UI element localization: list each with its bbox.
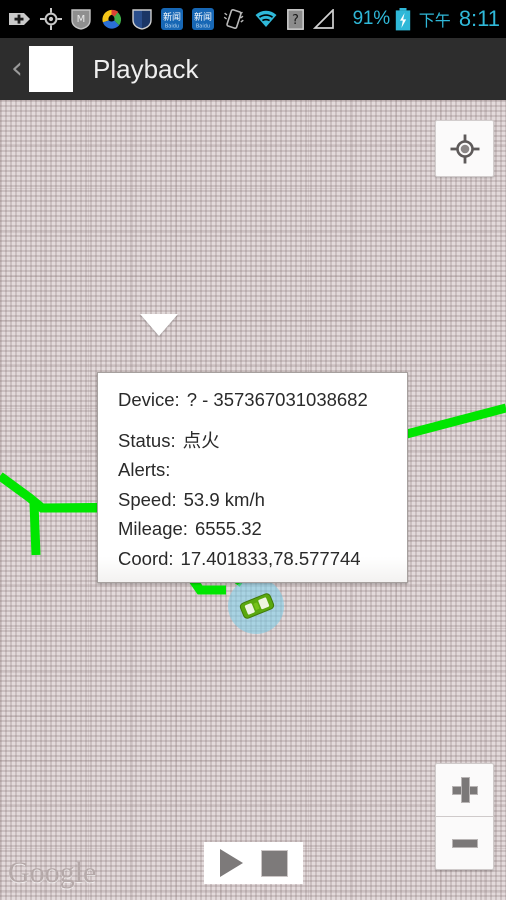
unknown-sim-icon: ? [287,8,304,30]
popup-value-device: ? - 357367031038682 [186,389,368,410]
playback-controls [204,842,303,884]
popup-row-coord: Coord: 17.401833,78.577744 [98,547,407,569]
popup-value-speed: 53.9 km/h [183,488,265,510]
popup-label-device: Device: [118,389,180,410]
my-location-button[interactable] [435,120,494,177]
svg-text:M: M [77,14,86,25]
zoom-controls [435,763,494,870]
wifi-icon [255,10,277,27]
popup-row-status: Status: 点火 [98,429,407,451]
battery-percentage: 91% [352,8,390,29]
vehicle-marker[interactable] [228,578,284,634]
back-button[interactable]: ‹ [6,54,28,84]
vibrate-mode-icon [223,8,244,30]
popup-row-alerts: Alerts: [98,459,407,480]
popup-row-mileage: Mileage: 6555.32 [98,518,407,539]
svg-text:Baidu: Baidu [165,24,179,30]
minus-icon [451,838,478,848]
gps-location-icon [40,8,62,30]
clock-time: 8:11 [458,6,500,31]
vehicle-info-popup[interactable]: Device: ? - 357367031038682 Status: 点火 Ale… [97,372,408,583]
popup-label-mileage: Mileage: [118,518,188,539]
route-west-stub [29,502,41,556]
app-screen: M 新闻 Baidu 新闻 Baidu ? 91% 下午 8:11 ‹ Play… [0,0,506,900]
signal-strength-icon [313,8,334,29]
status-bar: M 新闻 Baidu 新闻 Baidu ? 91% 下午 8:11 [0,0,506,38]
baidu-news-icon-2: 新闻 Baidu [192,8,214,30]
svg-text:?: ? [292,13,299,28]
popup-label-status: Status: [118,429,176,451]
popup-row-device: Device: ? - 357367031038682 [98,389,407,410]
popup-pointer-tail [140,314,178,336]
page-title: Playback [93,53,199,84]
status-bar-system-icons: 91% 下午 8:11 [353,6,500,32]
svg-text:Baidu: Baidu [196,24,210,30]
popup-value-status: 点火 [182,429,220,451]
app-logo-icon [29,46,73,92]
popup-value-mileage: 6555.32 [194,518,262,539]
svg-text:新闻: 新闻 [194,11,212,23]
plus-icon [451,777,478,803]
status-bar-notification-icons: M 新闻 Baidu 新闻 Baidu ? [8,8,353,31]
stop-button[interactable] [260,849,288,877]
baidu-news-icon-1: 新闻 Baidu [161,8,183,30]
svg-text:新闻: 新闻 [163,11,181,23]
popup-value-coord: 17.401833,78.577744 [180,547,361,569]
popup-label-speed: Speed: [118,488,177,510]
popup-label-coord: Coord: [118,547,174,569]
popup-row-speed: Speed: 53.9 km/h [98,488,407,510]
clock-period: 下午 [418,13,451,30]
play-button[interactable] [219,849,243,877]
add-tag-icon [9,13,30,25]
crosshair-location-icon [450,134,479,163]
title-bar: ‹ Playback [0,38,506,100]
zoom-out-button[interactable] [436,817,493,869]
popup-label-alerts: Alerts: [118,459,171,480]
mcafee-icon: M [71,9,91,30]
zoom-in-button[interactable] [436,764,493,817]
map-canvas[interactable]: Device: ? - 357367031038682 Status: 点火 Ale… [0,100,506,900]
google-watermark: Google [8,856,97,889]
swirl-app-icon [102,9,122,29]
shield-security-icon [132,9,152,30]
battery-charging-icon [395,7,410,30]
